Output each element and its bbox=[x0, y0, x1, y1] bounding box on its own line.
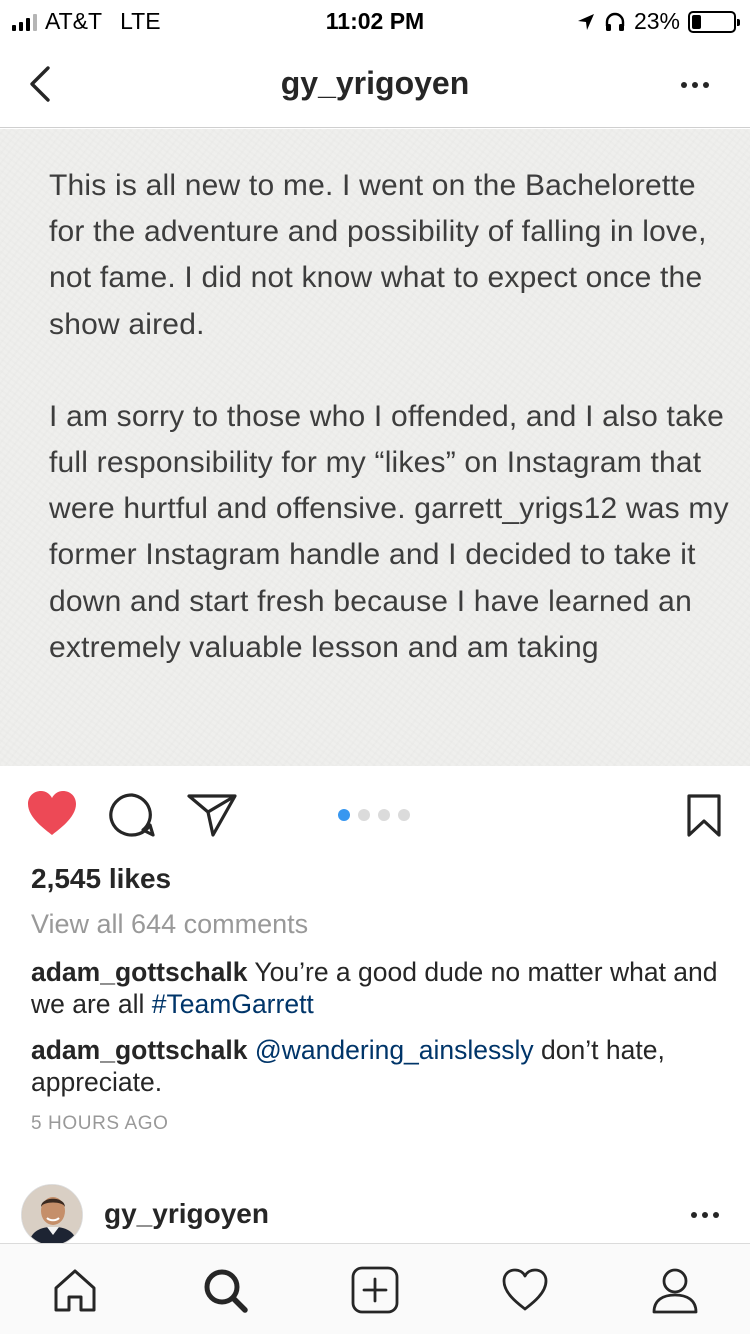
post-image-paragraph: This is all new to me. I went on the Bac… bbox=[49, 169, 707, 341]
add-post-icon[interactable] bbox=[351, 1266, 399, 1314]
post-timestamp: 5 HOURS AGO bbox=[31, 1113, 169, 1134]
heart-filled-icon[interactable] bbox=[26, 790, 78, 838]
comment-username[interactable]: adam_gottschalk bbox=[31, 957, 248, 987]
avatar-photo bbox=[22, 1185, 82, 1245]
bookmark-icon[interactable] bbox=[686, 794, 722, 838]
search-icon[interactable] bbox=[201, 1266, 249, 1314]
carousel-dot bbox=[378, 809, 390, 821]
activity-heart-icon[interactable] bbox=[501, 1266, 549, 1314]
more-horizontal-icon[interactable] bbox=[680, 80, 710, 90]
comment: adam_gottschalk You’re a good dude no ma… bbox=[31, 956, 731, 1020]
carousel-dot bbox=[398, 809, 410, 821]
carousel-dot bbox=[358, 809, 370, 821]
likes-count[interactable]: 2,545 likes bbox=[31, 863, 171, 895]
battery-icon bbox=[688, 10, 740, 33]
location-arrow-icon bbox=[577, 13, 594, 30]
post-actions bbox=[0, 766, 750, 866]
headphones-icon bbox=[605, 12, 625, 31]
tab-bar bbox=[0, 1243, 750, 1334]
comment-mention-link[interactable]: @wandering_ainslessly bbox=[255, 1035, 534, 1065]
profile-icon[interactable] bbox=[651, 1266, 699, 1314]
page-title: gy_yrigoyen bbox=[280, 65, 470, 101]
nav-header: gy_yrigoyen bbox=[0, 40, 750, 128]
carousel-dot bbox=[338, 809, 350, 821]
battery-fill bbox=[692, 14, 702, 29]
status-right: 23% bbox=[576, 8, 740, 35]
post-image-paragraph: I am sorry to those who I offended, and … bbox=[49, 399, 729, 664]
paper-plane-icon[interactable] bbox=[186, 792, 238, 838]
comment-username[interactable]: adam_gottschalk bbox=[31, 1035, 248, 1065]
carousel-indicator bbox=[338, 809, 410, 821]
comment-hashtag-link[interactable]: #TeamGarrett bbox=[152, 989, 314, 1019]
next-post-username[interactable]: gy_yrigoyen bbox=[104, 1198, 269, 1230]
comment: adam_gottschalk @wandering_ainslessly do… bbox=[31, 1034, 731, 1098]
avatar[interactable] bbox=[21, 1184, 83, 1246]
more-horizontal-icon[interactable] bbox=[690, 1210, 720, 1220]
status-bar: AT&T LTE 11:02 PM 23% bbox=[0, 0, 750, 40]
post-image-text: This is all new to me. I went on the Bac… bbox=[49, 163, 729, 717]
comment-icon[interactable] bbox=[108, 792, 156, 838]
home-icon[interactable] bbox=[51, 1266, 99, 1314]
battery-percent: 23% bbox=[633, 8, 680, 34]
view-all-comments-link[interactable]: View all 644 comments bbox=[31, 909, 308, 940]
